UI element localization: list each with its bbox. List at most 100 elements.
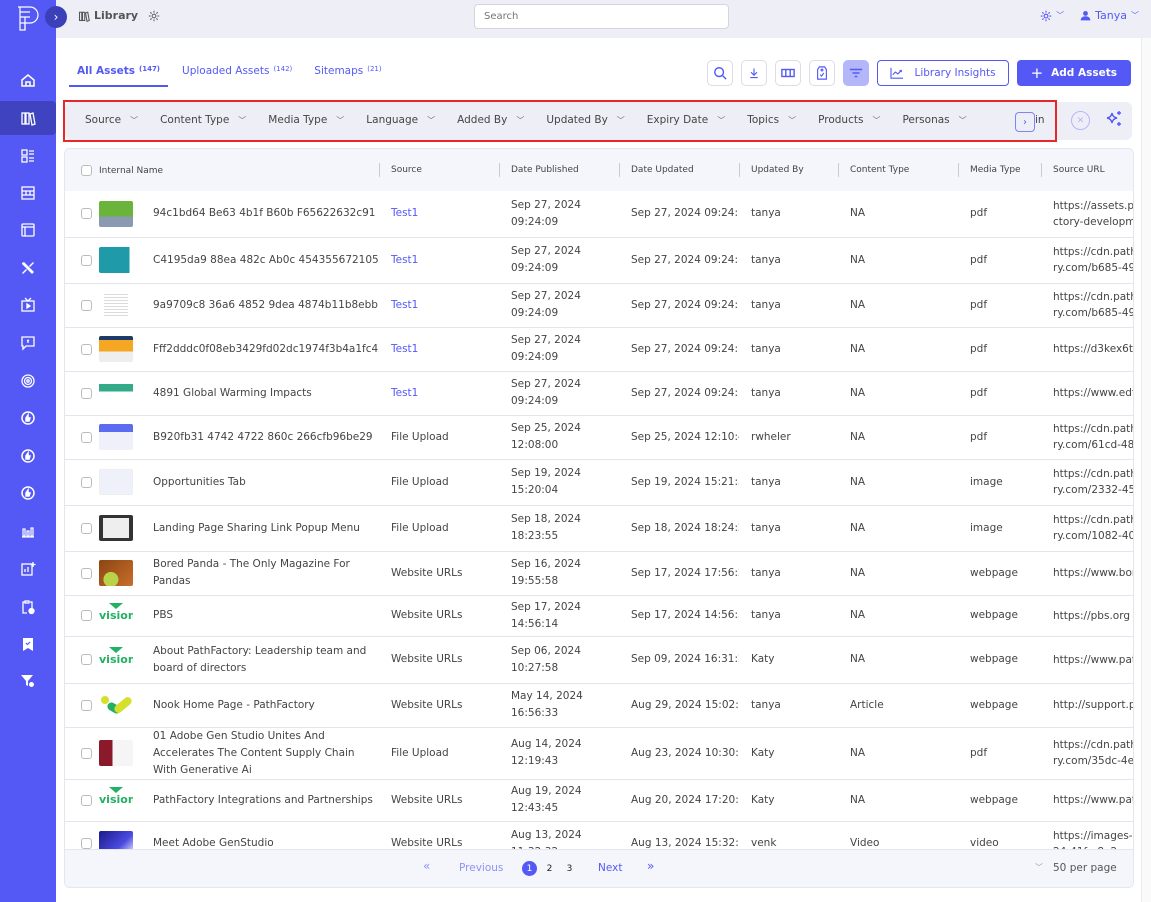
columns-button[interactable] [775,60,802,86]
filter-content-type[interactable]: Content Type ﹀ [160,114,246,126]
gear-icon[interactable] [148,10,160,22]
row-checkbox[interactable] [81,522,92,534]
last-page-button[interactable]: » [647,859,654,873]
asset-name[interactable]: 4891 Global Warming Impacts [153,385,312,402]
nav-funnel[interactable] [0,664,56,698]
tab-all-assets[interactable]: All Assets (147) [69,58,169,87]
asset-name[interactable]: Nook Home Page - PathFactory [153,697,315,714]
source-url[interactable]: https://cdn.pathfactory.com/2332-4516-99… [1053,466,1133,498]
table-row[interactable]: Fff2dddc0f08eb3429fd02dc1974f3b4a1fc42e2… [65,327,1133,372]
column-header-date-published[interactable]: Date Published [499,149,619,191]
download-button[interactable] [741,60,768,86]
nav-spreadsheet[interactable] [0,176,56,210]
row-checkbox[interactable] [81,476,92,488]
global-search-input[interactable] [474,4,729,29]
row-checkbox[interactable] [81,699,92,711]
filter-updated-by[interactable]: Updated By ﹀ [546,114,624,126]
nav-clipboard[interactable] [0,590,56,624]
asset-source[interactable]: Test1 [391,299,418,311]
nav-target[interactable] [0,364,56,398]
table-row[interactable]: 01 Adobe Gen Studio Unites And Accelerat… [65,727,1133,780]
nav-library[interactable] [0,101,56,135]
row-checkbox[interactable] [81,343,92,355]
per-page-select[interactable]: ﹀ 50 per page [1035,862,1117,874]
asset-name[interactable]: Bored Panda - The Only Magazine For Pand… [153,556,379,590]
source-url[interactable]: https://cdn.pathfactory.com/b685-4936-b9… [1053,244,1133,276]
settings-menu[interactable]: ﹀ [1040,10,1064,22]
asset-name[interactable]: 01 Adobe Gen Studio Unites And Accelerat… [153,728,379,779]
nav-video[interactable] [0,288,56,322]
nav-content-grid[interactable] [0,139,56,173]
filter-toggle-button[interactable] [843,60,870,86]
tab-uploaded-assets[interactable]: Uploaded Assets (142) [174,58,300,87]
tab-sitemaps[interactable]: Sitemaps (21) [306,58,389,87]
previous-page-button[interactable]: Previous [459,862,503,874]
asset-source[interactable]: Test1 [391,254,418,266]
asset-name[interactable]: C4195da9 88ea 482c Ab0c 454355672105 [153,252,379,269]
ai-sparkle-button[interactable] [1105,110,1123,131]
page-3-button[interactable]: 3 [562,861,577,876]
nav-engage-3[interactable] [0,476,56,510]
row-checkbox[interactable] [81,299,92,311]
table-row[interactable]: Nook Home Page - PathFactory Website URLs… [65,683,1133,728]
asset-name[interactable]: PathFactory Integrations and Partnership… [153,792,373,809]
column-header-source[interactable]: Source [379,149,499,191]
expand-sidebar-button[interactable]: › [45,6,67,28]
source-url[interactable]: https://cdn.pathfactory.com/35dc-4e1b-81… [1053,737,1133,769]
column-header-media-type[interactable]: Media Type [958,149,1041,191]
asset-name[interactable]: 9a9709c8 36a6 4852 9dea 4874b11b8ebb [153,297,378,314]
nav-bookmark[interactable] [0,627,56,661]
asset-name[interactable]: Opportunities Tab [153,474,246,491]
table-row[interactable]: 94c1bd64 Be63 4b1f B60b F65622632c91 Test… [65,191,1133,238]
asset-source[interactable]: Test1 [391,387,418,399]
asset-name[interactable]: PBS [153,607,173,624]
table-row[interactable]: C4195da9 88ea 482c Ab0c 454355672105 Test… [65,237,1133,284]
row-checkbox[interactable] [81,431,92,443]
source-url[interactable]: https://www.path [1053,652,1133,668]
source-url[interactable]: https://www.bore [1053,565,1133,581]
table-row[interactable]: Opportunities Tab File Upload Sep 19, 2024… [65,459,1133,506]
table-row[interactable]: 4891 Global Warming Impacts Test1 Sep 27, … [65,371,1133,416]
table-row[interactable]: B920fb31 4742 4722 860c 266cfb96be29 File… [65,415,1133,460]
library-insights-button[interactable]: Library Insights [877,60,1009,86]
table-row[interactable]: 9a9709c8 36a6 4852 9dea 4874b11b8ebb Test… [65,283,1133,328]
source-url[interactable]: https://cdn.pathfactory.com/b685-4936-b9… [1053,289,1133,321]
tag-button[interactable] [809,60,836,86]
asset-source[interactable]: Test1 [391,207,418,219]
source-url[interactable]: https://www.path [1053,792,1133,808]
page-2-button[interactable]: 2 [542,861,557,876]
nav-chat[interactable] [0,326,56,360]
select-all-checkbox[interactable] [81,164,92,176]
page-scrollbar[interactable] [1141,38,1151,902]
source-url[interactable]: https://cdn.pathfactory.com/61cd-4880-a6… [1053,421,1133,453]
row-checkbox[interactable] [81,838,92,849]
nav-engage-1[interactable] [0,401,56,435]
column-header-source-url[interactable]: Source URL [1041,149,1133,191]
row-checkbox[interactable] [81,654,92,665]
row-checkbox[interactable] [81,610,92,621]
row-checkbox[interactable] [81,387,92,399]
source-url[interactable]: https://cdn.pathfactory.com/1082-40b6-96… [1053,512,1133,544]
nav-analytics[interactable] [0,514,56,548]
user-menu[interactable]: Tanya ﹀ [1080,9,1139,22]
filter-expiry-date[interactable]: Expiry Date ﹀ [647,114,725,126]
nav-engage-2[interactable] [0,439,56,473]
asset-name[interactable]: 94c1bd64 Be63 4b1f B60b F65622632c91 [153,205,375,222]
table-row[interactable]: vision About PathFactory: Leadership team… [65,636,1133,684]
page-1-button[interactable]: 1 [522,861,537,876]
nav-tools[interactable] [0,251,56,285]
source-url[interactable]: https://assets.pathfactory-development.c… [1053,198,1133,230]
column-header-date-updated[interactable]: Date Updated [619,149,739,191]
add-assets-button[interactable]: + Add Assets [1016,60,1131,86]
row-checkbox[interactable] [81,794,92,806]
filter-products[interactable]: Products ﹀ [818,114,880,126]
table-row[interactable]: vision PBS Website URLs Sep 17, 2024 14:56:… [65,595,1133,637]
filter-added-by[interactable]: Added By ﹀ [457,114,524,126]
filter-personas[interactable]: Personas ﹀ [902,114,966,126]
nav-reports[interactable] [0,552,56,586]
asset-name[interactable]: Landing Page Sharing Link Popup Menu [153,520,360,537]
row-checkbox[interactable] [81,747,92,759]
clear-filters-button[interactable]: ✕ [1071,111,1090,130]
filter-scroll-right-button[interactable]: › [1015,112,1035,132]
next-page-button[interactable]: Next [598,862,622,874]
